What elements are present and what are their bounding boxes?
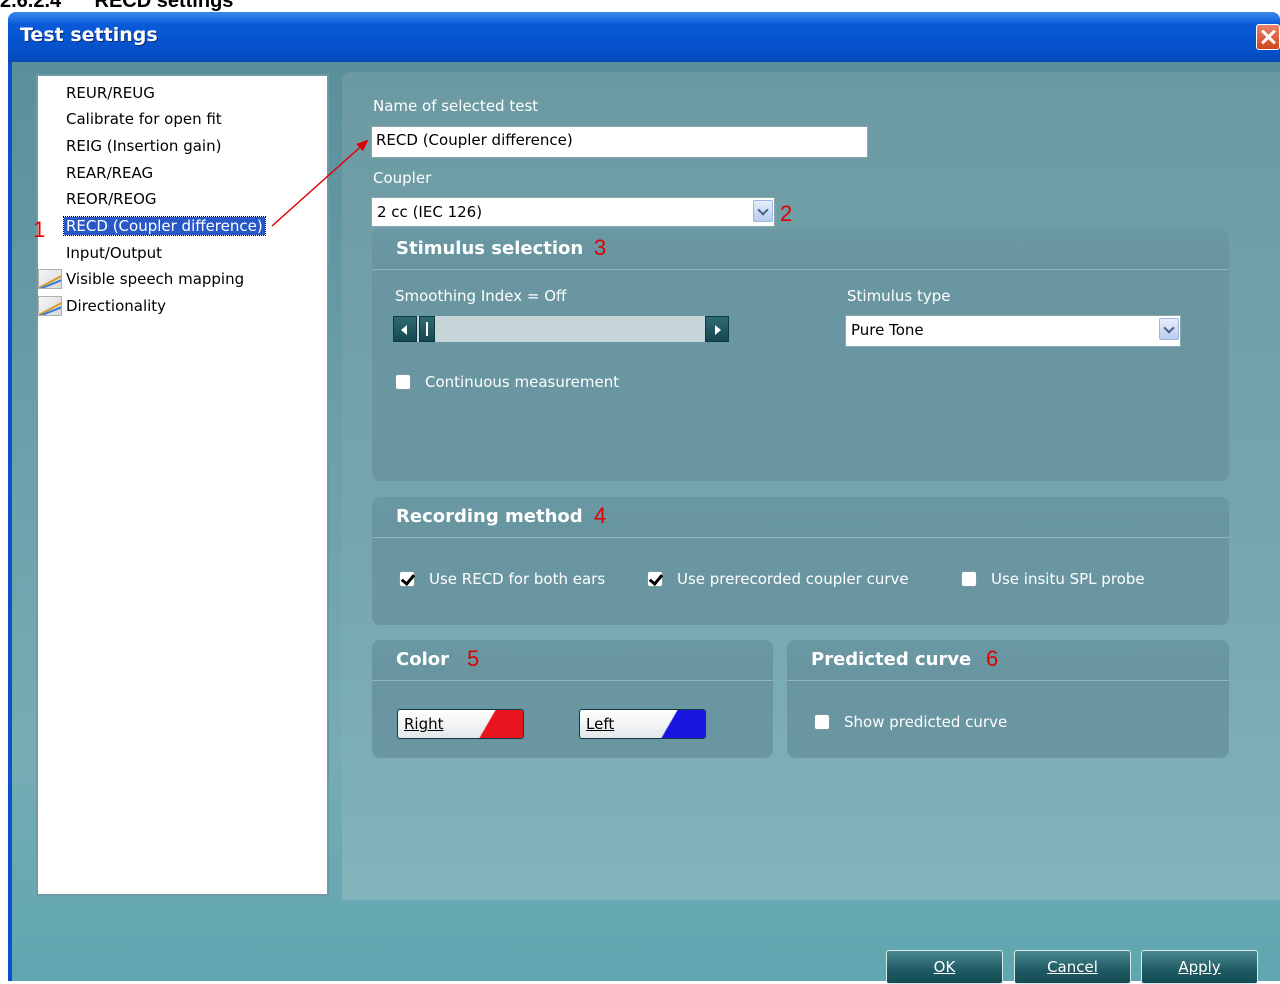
insitu-spl-probe-label: Use insitu SPL probe — [991, 570, 1145, 588]
chevron-down-icon[interactable] — [753, 200, 773, 222]
slider-thumb[interactable] — [419, 316, 435, 342]
cancel-button[interactable]: Cancel — [1014, 950, 1131, 984]
tree-item-visible-speech-mapping[interactable]: Visible speech mapping — [38, 268, 244, 290]
recording-method-title: Recording method — [396, 506, 583, 527]
coupler-label: Coupler — [373, 169, 432, 187]
show-predicted-curve-checkbox[interactable] — [814, 714, 830, 730]
prerecorded-coupler-checkbox[interactable] — [647, 571, 663, 587]
dialog-client-area: REUR/REUG Calibrate for open fit REIG (I… — [12, 62, 1280, 984]
graph-icon — [38, 269, 62, 289]
stimulus-type-label: Stimulus type — [847, 287, 951, 305]
left-color-button[interactable]: Left — [579, 709, 706, 739]
insitu-spl-probe-checkbox[interactable] — [961, 571, 977, 587]
chevron-down-icon[interactable] — [1159, 318, 1179, 340]
tree-item-reur-reug[interactable]: REUR/REUG — [66, 82, 155, 104]
annotation-6: 6 — [986, 646, 999, 671]
recd-both-ears-label: Use RECD for both ears — [429, 570, 606, 588]
smoothing-index-label: Smoothing Index = Off — [395, 287, 567, 305]
name-label: Name of selected test — [373, 97, 539, 115]
apply-button[interactable]: Apply — [1141, 950, 1258, 984]
stimulus-selection-group: Stimulus selection 3 Smoothing Index = O… — [372, 229, 1229, 481]
tree-item-rear-reag[interactable]: REAR/REAG — [66, 162, 153, 184]
stimulus-selection-title: Stimulus selection — [396, 238, 584, 259]
coupler-value: 2 cc (IEC 126) — [377, 203, 483, 221]
tree-item-recd[interactable]: RECD (Coupler difference) — [63, 215, 266, 237]
tree-item-calibrate-open-fit[interactable]: Calibrate for open fit — [66, 108, 222, 130]
ok-button[interactable]: OK — [886, 950, 1003, 984]
color-title: Color — [396, 649, 449, 670]
continuous-measurement-checkbox[interactable] — [395, 374, 411, 390]
test-name-input[interactable]: RECD (Coupler difference) — [371, 126, 868, 158]
annotation-3: 3 — [594, 235, 607, 260]
annotation-5: 5 — [467, 646, 480, 671]
tree-item-directionality[interactable]: Directionality — [38, 295, 166, 317]
left-color-swatch — [649, 710, 705, 738]
stimulus-type-value: Pure Tone — [851, 321, 924, 339]
smoothing-slider[interactable] — [393, 316, 729, 342]
show-predicted-curve-label: Show predicted curve — [844, 713, 1008, 731]
slider-right-arrow-icon[interactable] — [705, 316, 729, 342]
annotation-4: 4 — [594, 503, 607, 528]
document-heading: 2.6.2.4 RECD settings — [0, 0, 234, 12]
predicted-curve-group: Predicted curve 6 Show predicted curve — [787, 640, 1229, 758]
coupler-select[interactable]: 2 cc (IEC 126) — [371, 197, 775, 227]
tree-item-input-output[interactable]: Input/Output — [66, 242, 162, 264]
graph-icon — [38, 296, 62, 316]
right-color-button[interactable]: Right — [397, 709, 524, 739]
tree-item-reor-reog[interactable]: REOR/REOG — [66, 188, 157, 210]
annotation-2: 2 — [780, 201, 793, 226]
right-color-label: Right — [404, 715, 444, 733]
recording-method-group: Recording method 4 Use RECD for both ear… — [372, 497, 1229, 625]
settings-panel: Name of selected test RECD (Coupler diff… — [342, 72, 1280, 900]
prerecorded-coupler-label: Use prerecorded coupler curve — [677, 570, 909, 588]
slider-left-arrow-icon[interactable] — [393, 316, 417, 342]
left-color-label: Left — [586, 715, 615, 733]
window-title: Test settings — [20, 24, 158, 46]
close-icon[interactable] — [1256, 24, 1280, 50]
stimulus-type-select[interactable]: Pure Tone — [845, 315, 1181, 347]
predicted-curve-title: Predicted curve — [811, 649, 972, 670]
test-settings-dialog: Test settings REUR/REUG Calibrate for op… — [8, 12, 1280, 984]
title-bar[interactable]: Test settings — [8, 12, 1280, 62]
right-color-swatch — [467, 710, 523, 738]
color-group: Color 5 Right Left — [372, 640, 773, 758]
test-tree[interactable]: REUR/REUG Calibrate for open fit REIG (I… — [36, 74, 329, 896]
annotation-1: 1 — [33, 217, 46, 242]
tree-item-reig[interactable]: REIG (Insertion gain) — [66, 135, 221, 157]
continuous-measurement-label: Continuous measurement — [425, 373, 620, 391]
recd-both-ears-checkbox[interactable] — [399, 571, 415, 587]
